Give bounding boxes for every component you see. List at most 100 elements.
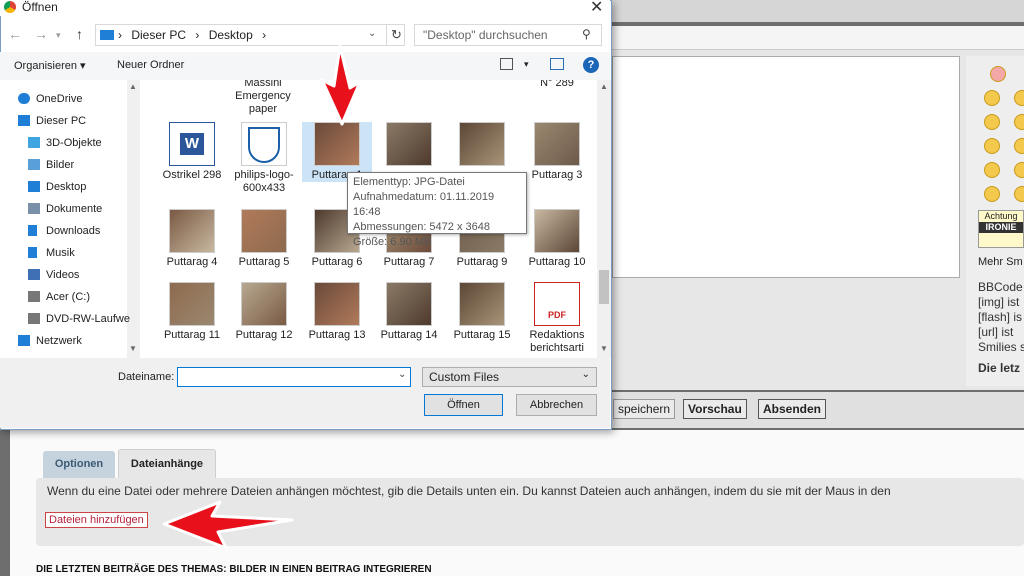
breadcrumb-sep-icon: › <box>118 28 122 42</box>
smiley-icon[interactable] <box>1014 162 1024 178</box>
file-item[interactable]: Puttarag 3 <box>522 122 592 182</box>
address-bar[interactable]: › Dieser PC › Desktop › ⌄ <box>95 24 405 46</box>
file-item[interactable]: Puttarag 10 <box>522 209 592 269</box>
smiley-icon[interactable] <box>1014 114 1024 130</box>
smiley-icon[interactable] <box>984 114 1000 130</box>
save-draft-button[interactable]: speichern <box>613 399 676 419</box>
file-item[interactable] <box>447 122 517 169</box>
tab-attachments[interactable]: Dateianhänge <box>118 449 216 478</box>
file-type-select[interactable]: Custom Files ⌄ <box>422 367 597 387</box>
sidebar-item[interactable]: DVD-RW-Laufwe <box>0 308 140 330</box>
smiley-icon[interactable] <box>1014 138 1024 154</box>
tab-options[interactable]: Optionen <box>43 451 115 478</box>
smiley-icon[interactable] <box>984 90 1000 106</box>
address-dropdown-icon[interactable]: ⌄ <box>368 28 376 39</box>
bbcode-title: BBCode <box>978 280 1023 294</box>
message-textarea[interactable] <box>612 56 960 278</box>
organize-menu[interactable]: Organisieren ▾ <box>14 59 86 72</box>
filename-input[interactable] <box>177 367 411 387</box>
sidebar-item[interactable]: Bilder <box>0 154 140 176</box>
bbcode-img: [img] ist <box>978 295 1020 309</box>
search-input[interactable]: "Desktop" durchsuchen <box>414 24 602 46</box>
sidebar-item[interactable]: Musik <box>0 242 140 264</box>
preview-button[interactable]: Vorschau <box>683 399 747 419</box>
dialog-toolbar <box>0 52 610 80</box>
file-item[interactable]: Puttarag 13 <box>302 282 372 342</box>
file-item[interactable]: Puttarag 15 <box>447 282 517 342</box>
history-chevron-icon[interactable]: ▾ <box>56 30 61 41</box>
file-item[interactable]: philips-logo-600x433 <box>229 122 299 195</box>
sidebar-item[interactable]: Netzwerk <box>0 330 140 352</box>
search-icon: ⚲ <box>582 27 591 41</box>
new-folder-button[interactable]: Neuer Ordner <box>117 59 184 71</box>
cloud-icon <box>18 93 30 104</box>
filename-dropdown-icon[interactable]: ⌄ <box>398 369 406 380</box>
cancel-button[interactable]: Abbrechen <box>516 394 597 416</box>
pictures-icon <box>28 159 40 170</box>
sidebar-item[interactable]: Downloads <box>0 220 140 242</box>
file-item[interactable]: W Ostrikel 298 <box>157 122 227 182</box>
scroll-up-icon[interactable]: ▲ <box>600 82 608 91</box>
file-item[interactable]: N° 289 <box>522 80 592 90</box>
image-thumbnail-icon <box>314 282 360 326</box>
file-item-label: philips-logo-600x433 <box>234 169 294 194</box>
file-item[interactable]: Puttarag 4 <box>157 209 227 269</box>
smiley-icon[interactable] <box>1014 186 1024 202</box>
open-button[interactable]: Öffnen <box>424 394 503 416</box>
irony-sticker-icon[interactable]: Achtung IRONIE <box>978 210 1024 248</box>
sidebar-item[interactable]: Acer (C:) <box>0 286 140 308</box>
forward-icon[interactable]: → <box>34 26 48 42</box>
sidebar-item-label: Dieser PC <box>36 115 87 127</box>
scrollbar-thumb[interactable] <box>599 270 609 304</box>
close-icon[interactable]: ✕ <box>590 0 603 17</box>
sidebar-item-label: 3D-Objekte <box>46 137 102 149</box>
tooltip-type: Elementtyp: JPG-Datei <box>353 176 465 188</box>
image-thumbnail-icon <box>314 122 360 166</box>
image-thumbnail-icon <box>534 122 580 166</box>
view-options-icon[interactable] <box>500 58 513 70</box>
back-icon[interactable]: ← <box>8 26 22 42</box>
file-list-scrollbar[interactable]: ▲ ▼ <box>597 80 611 358</box>
last-posts-header: DIE LETZTEN BEITRÄGE DES THEMAS: BILDER … <box>36 564 432 575</box>
file-item[interactable]: Puttarag 12 <box>229 282 299 342</box>
file-item-label: Puttarag 7 <box>383 256 435 268</box>
filename-label: Dateiname: <box>118 371 175 383</box>
smiley-icon[interactable] <box>990 66 1006 82</box>
sidebar-item[interactable]: Dieser PC <box>0 110 140 132</box>
breadcrumb-desktop[interactable]: Desktop <box>209 28 253 42</box>
sidebar-item[interactable]: 3D-Objekte <box>0 132 140 154</box>
dvd-icon <box>28 313 40 324</box>
desktop-icon <box>28 181 40 192</box>
image-thumbnail-icon <box>241 209 287 253</box>
philips-shield-glyph <box>248 127 280 163</box>
pdf-glyph: PDF <box>548 310 566 320</box>
preview-pane-icon[interactable] <box>550 58 564 70</box>
breadcrumb-this-pc[interactable]: Dieser PC <box>131 28 186 42</box>
file-item[interactable]: Puttarag 14 <box>374 282 444 342</box>
refresh-icon[interactable]: ↻ <box>386 24 406 46</box>
submit-button[interactable]: Absenden <box>758 399 827 419</box>
smiley-icon[interactable] <box>984 138 1000 154</box>
add-files-button[interactable]: Dateien hinzufügen <box>45 512 148 528</box>
red-arrow-left-icon <box>162 500 294 550</box>
up-folder-icon[interactable]: ↑ <box>76 26 83 42</box>
file-item[interactable]: Puttarag 5 <box>229 209 299 269</box>
view-chevron-icon[interactable]: ▾ <box>524 59 529 70</box>
sidebar-item[interactable]: Videos <box>0 264 140 286</box>
file-item[interactable]: Puttarag 11 <box>157 282 227 342</box>
file-item-label: Puttarag 14 <box>380 329 438 341</box>
image-thumbnail-icon <box>534 209 580 253</box>
file-item[interactable] <box>374 122 444 169</box>
sidebar-item[interactable]: Dokumente <box>0 198 140 220</box>
sidebar-item[interactable]: OneDrive <box>0 88 140 110</box>
sidebar-item[interactable]: Desktop <box>0 176 140 198</box>
help-icon[interactable]: ? <box>583 57 599 73</box>
chevron-down-icon: ⌄ <box>581 369 590 380</box>
smiley-icon[interactable] <box>984 162 1000 178</box>
file-item[interactable]: Massini Emergency paper <box>228 80 298 116</box>
scroll-down-icon[interactable]: ▼ <box>600 344 608 353</box>
smiley-icon[interactable] <box>984 186 1000 202</box>
file-item[interactable]: PDF Redaktions berichtsarti <box>522 282 592 355</box>
smiley-icon[interactable] <box>1014 90 1024 106</box>
organize-label: Organisieren <box>14 60 77 72</box>
